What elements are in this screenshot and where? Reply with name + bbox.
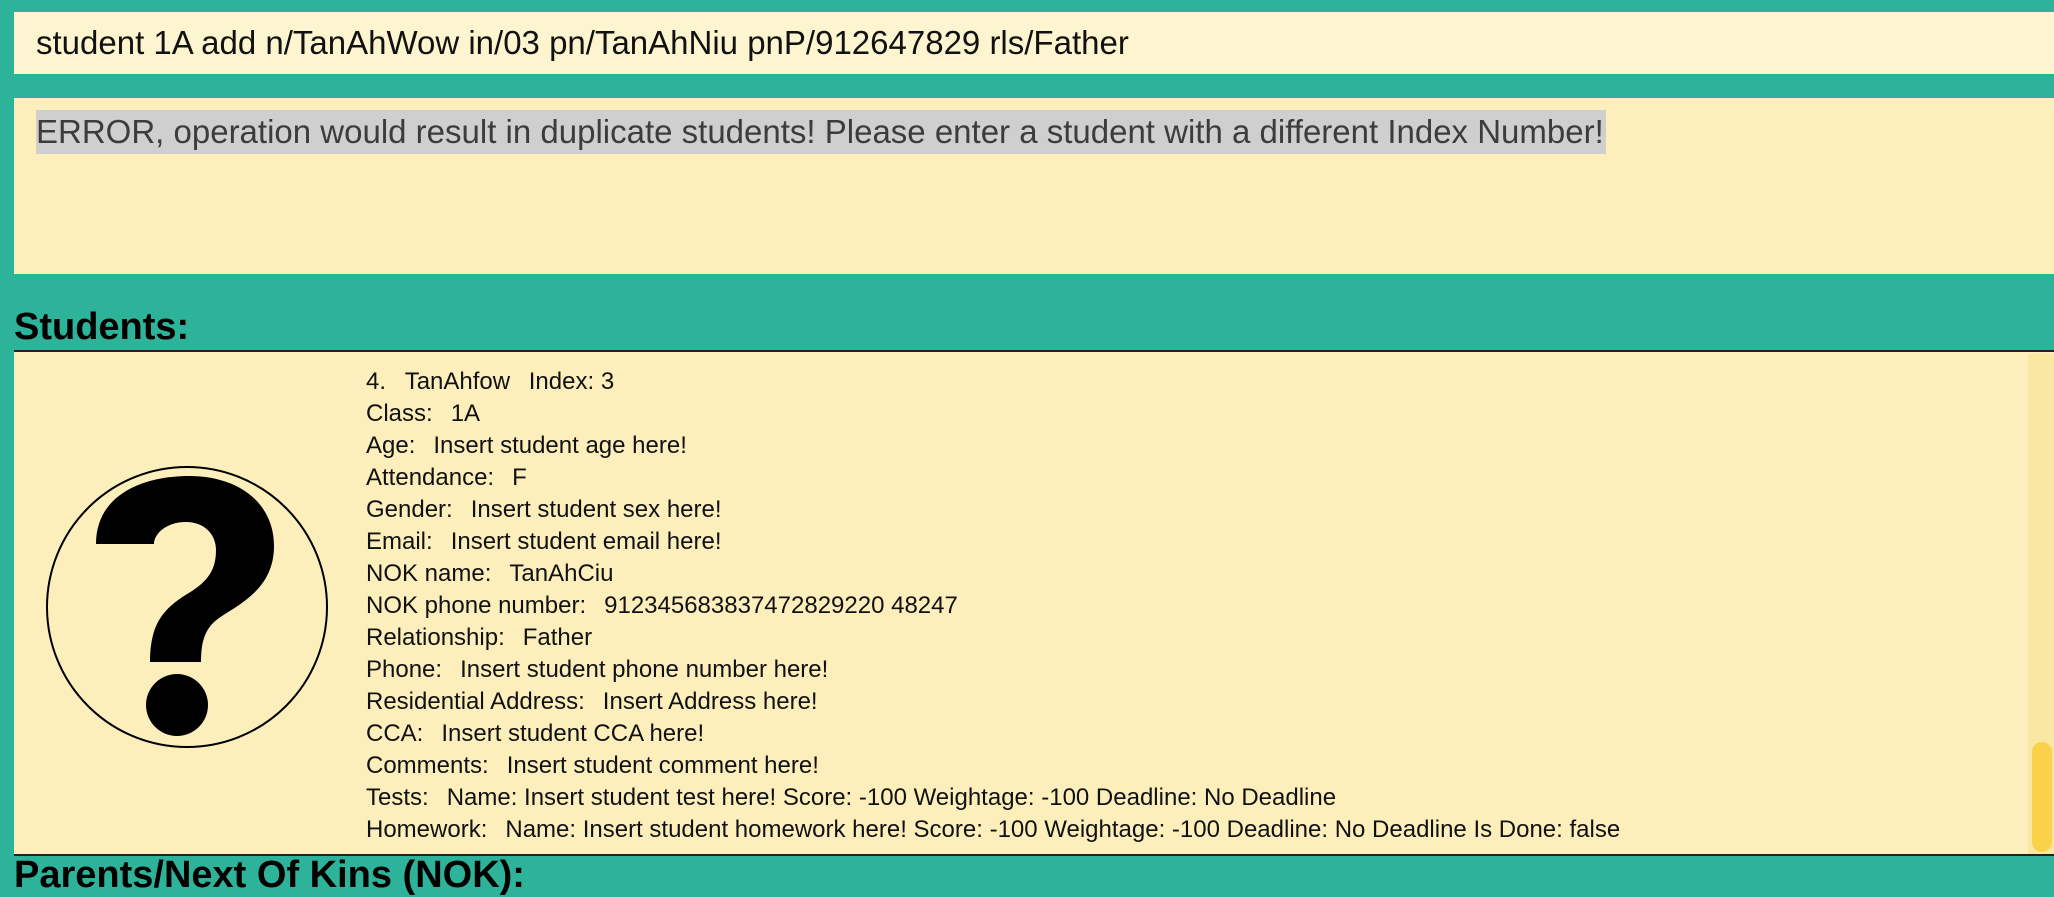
nok-phone-label: NOK phone number: [366, 592, 587, 619]
class-value: 1A [450, 400, 481, 427]
comments-label: Comments: [366, 752, 489, 779]
student-list-panel[interactable]: 4. TanAhfow Index: 3 Class: 1A Age: Insert… [14, 350, 2054, 856]
cca-label: CCA: [366, 720, 424, 747]
tests-label: Tests: [366, 784, 429, 811]
address-value: Insert Address here! [602, 688, 818, 715]
age-value: Insert student age here! [433, 432, 687, 459]
homework-label: Homework: [366, 816, 488, 843]
student-index-label: Index: [528, 368, 595, 395]
students-section-title: Students: [14, 306, 190, 348]
gender-value: Insert student sex here! [470, 496, 722, 523]
attendance-value: F [512, 464, 527, 491]
scrollbar-thumb[interactable] [2032, 742, 2052, 852]
comments-value: Insert student comment here! [506, 752, 819, 779]
nok-name-value: TanAhCiu [509, 560, 614, 587]
student-name: TanAhfow [404, 368, 511, 395]
nok-phone-value: 912345683837472829220 48247 [604, 592, 958, 619]
result-display: ERROR, operation would result in duplica… [14, 98, 2054, 274]
gender-label: Gender: [366, 496, 453, 523]
attendance-label: Attendance: [366, 464, 495, 491]
nok-section-title: Parents/Next Of Kins (NOK): [14, 854, 525, 896]
result-message: ERROR, operation would result in duplica… [36, 110, 1606, 154]
student-list-scrollbar[interactable] [2028, 354, 2054, 854]
email-value: Insert student email here! [450, 528, 722, 555]
relationship-value: Father [522, 624, 593, 651]
relationship-label: Relationship: [366, 624, 505, 651]
student-number: 4. [366, 368, 387, 395]
student-header-row: 4. TanAhfow Index: 3 [366, 366, 1620, 398]
phone-value: Insert student phone number here! [460, 656, 829, 683]
cca-value: Insert student CCA here! [441, 720, 705, 747]
command-input-text: student 1A add n/TanAhWow in/03 pn/TanAh… [36, 24, 1129, 61]
student-details: 4. TanAhfow Index: 3 Class: 1A Age: Insert… [366, 366, 1620, 846]
student-index-value: 3 [600, 368, 615, 395]
nok-name-label: NOK name: [366, 560, 492, 587]
address-label: Residential Address: [366, 688, 585, 715]
tests-value: Name: Insert student test here! Score: -… [446, 784, 1337, 811]
age-label: Age: [366, 432, 416, 459]
email-label: Email: [366, 528, 433, 555]
class-label: Class: [366, 400, 433, 427]
phone-label: Phone: [366, 656, 443, 683]
homework-value: Name: Insert student homework here! Scor… [505, 816, 1621, 843]
command-input[interactable]: student 1A add n/TanAhWow in/03 pn/TanAh… [14, 12, 2054, 74]
student-card[interactable]: 4. TanAhfow Index: 3 Class: 1A Age: Insert… [14, 352, 2026, 854]
question-mark-icon [46, 466, 328, 748]
